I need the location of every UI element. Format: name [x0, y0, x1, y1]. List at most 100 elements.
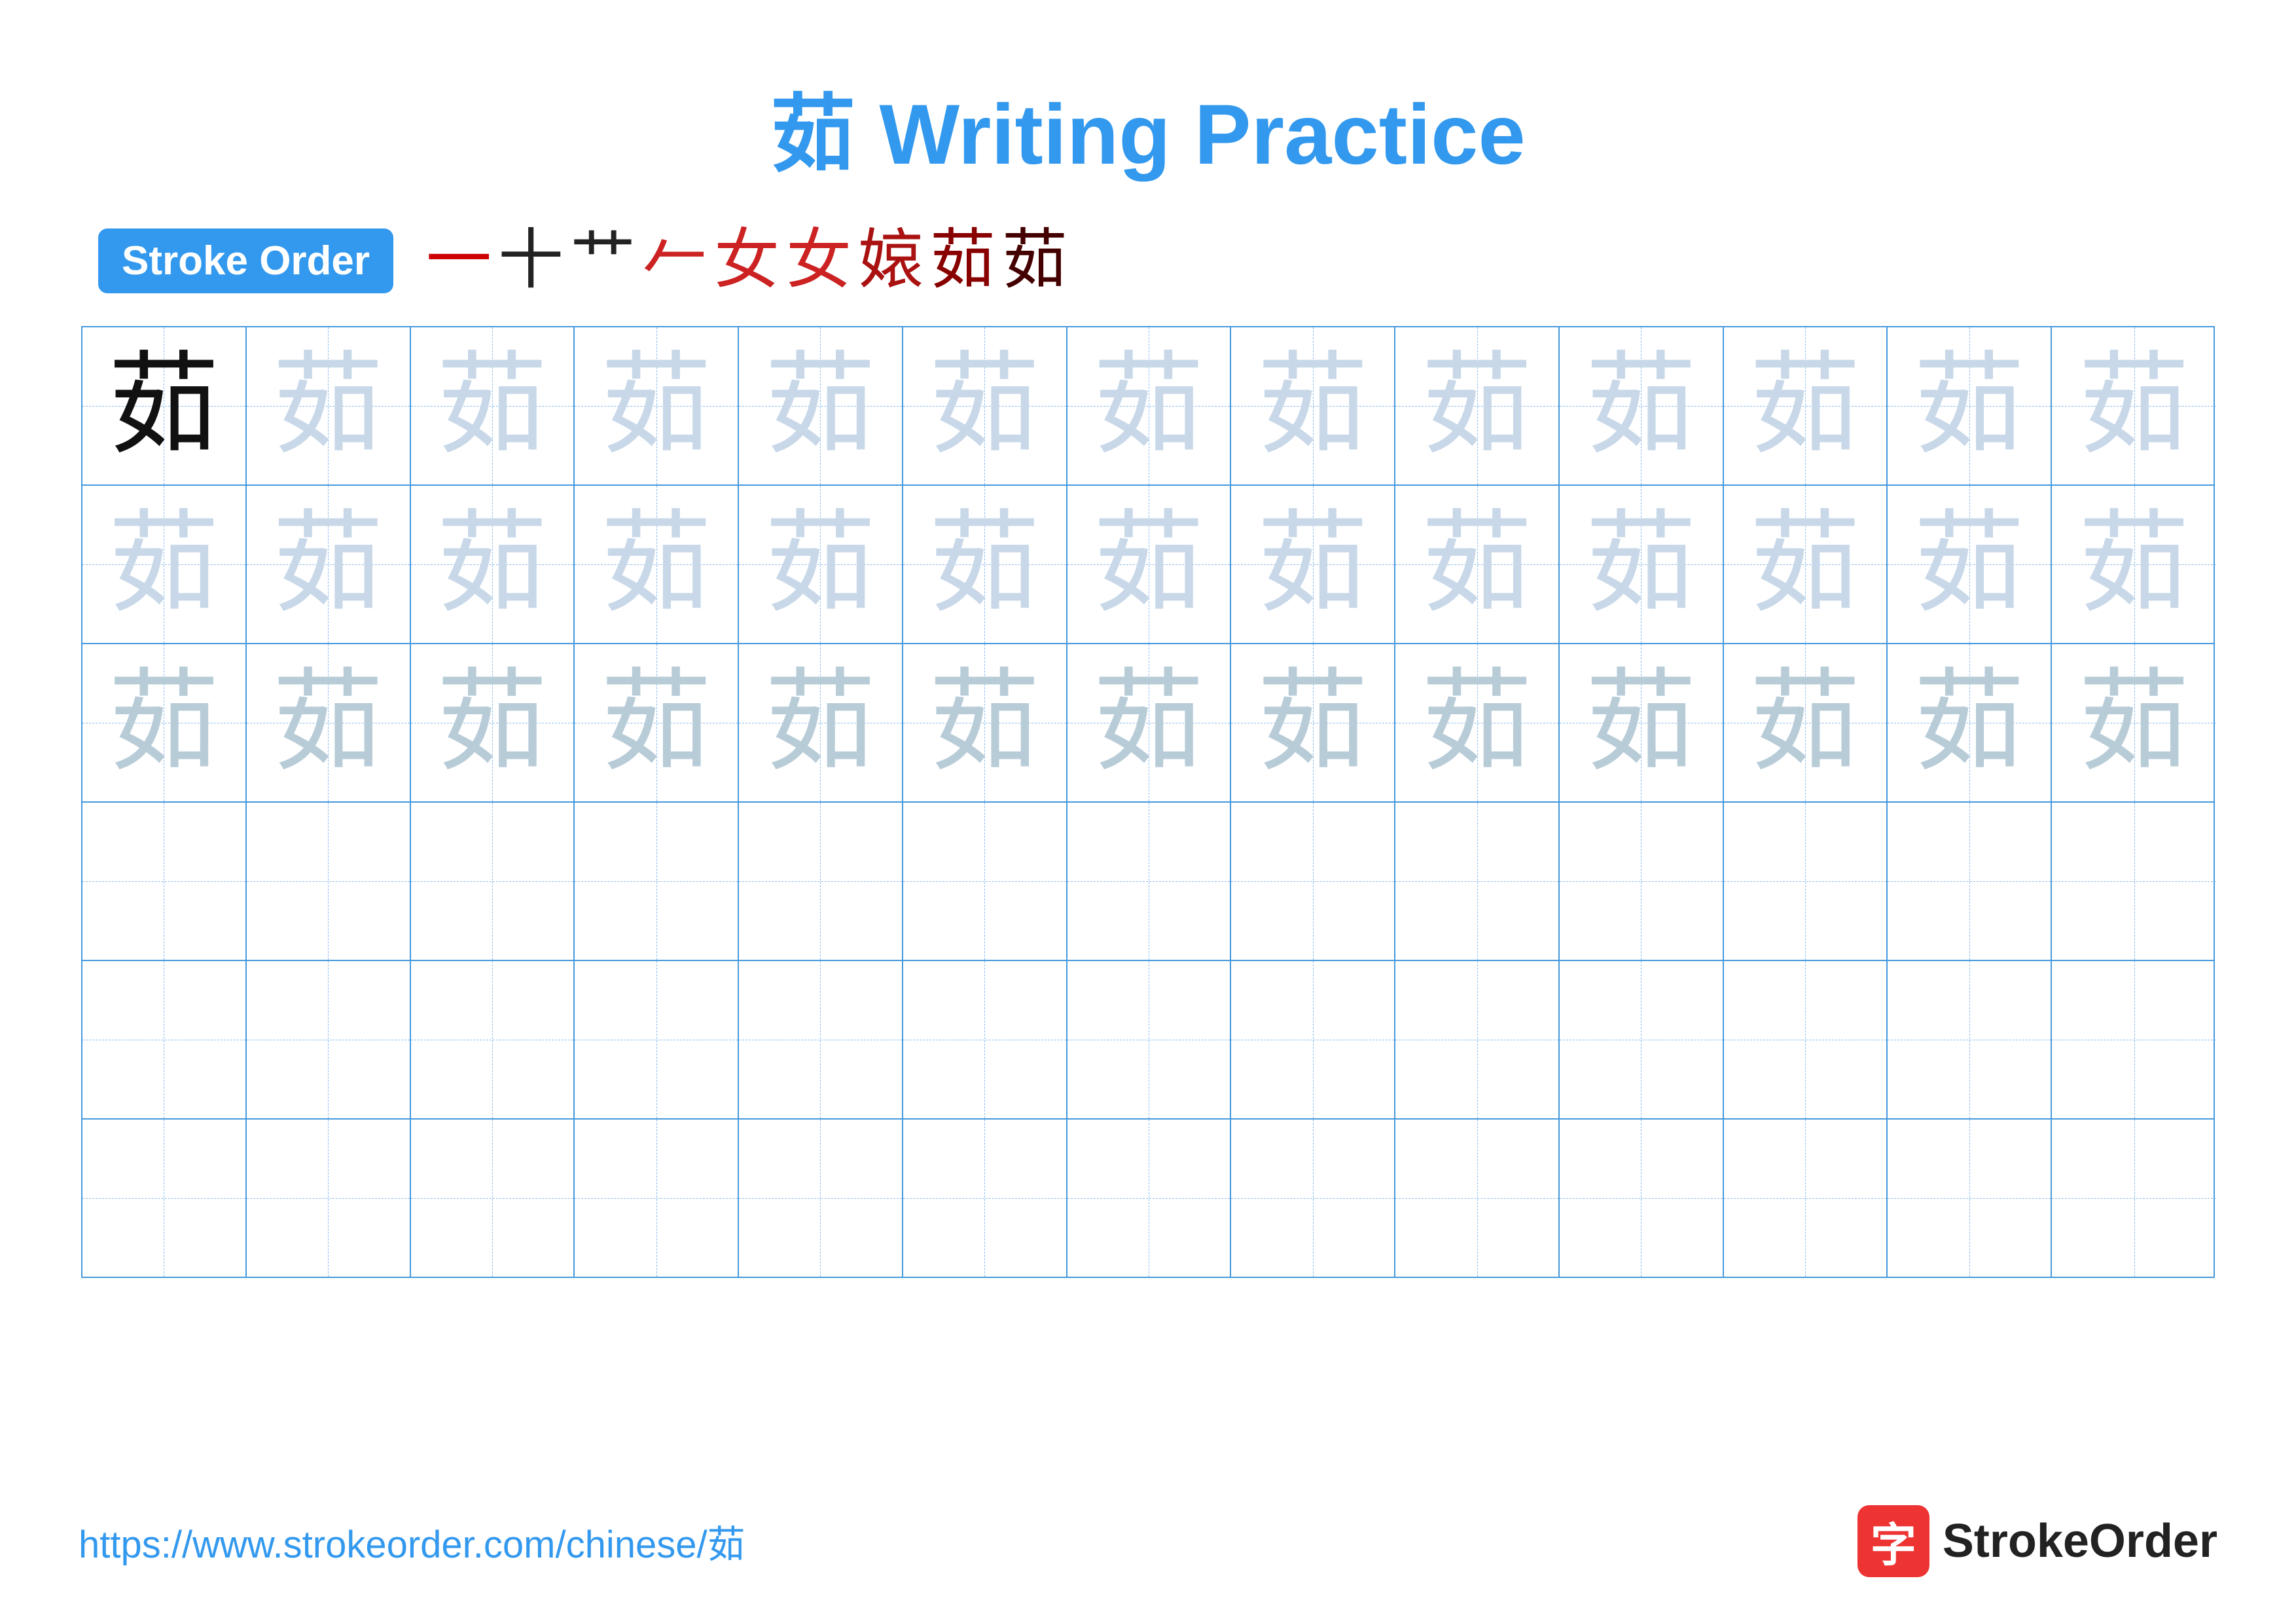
grid-cell: 茹: [2052, 327, 2216, 484]
grid-cell: 茹: [247, 486, 411, 643]
grid-cell[interactable]: [1724, 803, 1888, 960]
stroke-6: 女: [786, 228, 852, 293]
grid-row-5: [82, 961, 2214, 1120]
grid-cell[interactable]: [1395, 1120, 1560, 1277]
grid-cell: 茹: [575, 644, 739, 801]
grid-cell[interactable]: [1560, 803, 1724, 960]
grid-cell[interactable]: [575, 961, 739, 1118]
grid-cell[interactable]: [1231, 1120, 1395, 1277]
stroke-1: 一: [426, 228, 492, 293]
page-title: 茹 Writing Practice: [770, 65, 1525, 189]
grid-row-4: [82, 803, 2214, 961]
grid-cell[interactable]: [1560, 961, 1724, 1118]
strokeorder-logo-icon: 字: [1857, 1505, 1929, 1577]
grid-cell: 茹: [82, 327, 247, 484]
grid-cell: 茹: [411, 327, 575, 484]
stroke-7: 𡟓: [858, 228, 924, 293]
grid-cell[interactable]: [1395, 803, 1560, 960]
grid-cell[interactable]: [1231, 961, 1395, 1118]
grid-cell: 茹: [1231, 486, 1395, 643]
grid-cell[interactable]: [247, 961, 411, 1118]
grid-cell: 茹: [739, 644, 903, 801]
stroke-order-badge: Stroke Order: [98, 228, 393, 293]
stroke-8: 茹: [930, 228, 996, 293]
grid-cell[interactable]: [82, 961, 247, 1118]
stroke-9: 茹: [1002, 228, 1067, 293]
title-chinese: 茹: [770, 86, 855, 182]
grid-cell[interactable]: [411, 1120, 575, 1277]
logo-text: StrokeOrder: [1943, 1514, 2217, 1568]
grid-cell[interactable]: [247, 803, 411, 960]
grid-cell[interactable]: [1888, 803, 2052, 960]
footer-url[interactable]: https://www.strokeorder.com/chinese/茹: [79, 1514, 745, 1569]
stroke-order-row: Stroke Order 一 十 艹 𠂉 女 女 𡟓 茹 茹: [79, 228, 2217, 293]
grid-cell[interactable]: [575, 1120, 739, 1277]
grid-cell[interactable]: [739, 803, 903, 960]
grid-cell[interactable]: [2052, 803, 2216, 960]
grid-cell: 茹: [1560, 644, 1724, 801]
practice-grid: 茹 茹 茹 茹 茹 茹 茹 茹 茹 茹 茹 茹 茹 茹 茹 茹 茹 茹 茹 茹 …: [81, 326, 2215, 1278]
grid-cell: 茹: [2052, 644, 2216, 801]
grid-cell: 茹: [903, 327, 1067, 484]
grid-cell[interactable]: [82, 1120, 247, 1277]
grid-cell[interactable]: [575, 803, 739, 960]
grid-cell[interactable]: [2052, 961, 2216, 1118]
grid-cell: 茹: [2052, 486, 2216, 643]
grid-cell[interactable]: [247, 1120, 411, 1277]
grid-cell: 茹: [1888, 644, 2052, 801]
grid-row-1: 茹 茹 茹 茹 茹 茹 茹 茹 茹 茹 茹 茹 茹: [82, 327, 2214, 486]
stroke-2: 十: [498, 228, 564, 293]
grid-cell: 茹: [575, 327, 739, 484]
stroke-sequence: 一 十 艹 𠂉 女 女 𡟓 茹 茹: [426, 228, 1067, 293]
grid-row-2: 茹 茹 茹 茹 茹 茹 茹 茹 茹 茹 茹 茹 茹: [82, 486, 2214, 644]
grid-cell: 茹: [1888, 486, 2052, 643]
grid-cell: 茹: [1067, 644, 1232, 801]
stroke-4: 𠂉: [642, 228, 708, 293]
grid-cell[interactable]: [1067, 803, 1232, 960]
grid-cell: 茹: [82, 486, 247, 643]
grid-cell: 茹: [739, 486, 903, 643]
grid-cell: 茹: [1231, 644, 1395, 801]
grid-cell: 茹: [575, 486, 739, 643]
grid-cell: 茹: [1724, 644, 1888, 801]
grid-cell[interactable]: [1724, 961, 1888, 1118]
grid-cell: 茹: [82, 644, 247, 801]
stroke-3: 艹: [570, 228, 636, 293]
grid-cell[interactable]: [1888, 1120, 2052, 1277]
grid-row-3: 茹 茹 茹 茹 茹 茹 茹 茹 茹 茹 茹 茹 茹: [82, 644, 2214, 803]
grid-cell[interactable]: [1560, 1120, 1724, 1277]
grid-cell: 茹: [1231, 327, 1395, 484]
grid-cell[interactable]: [411, 961, 575, 1118]
grid-cell[interactable]: [1724, 1120, 1888, 1277]
grid-cell: 茹: [739, 327, 903, 484]
grid-cell[interactable]: [1067, 1120, 1232, 1277]
grid-cell[interactable]: [1067, 961, 1232, 1118]
footer: https://www.strokeorder.com/chinese/茹 字 …: [79, 1505, 2217, 1577]
grid-cell: 茹: [1067, 486, 1232, 643]
grid-cell[interactable]: [903, 803, 1067, 960]
title-rest: Writing Practice: [855, 86, 1525, 182]
grid-cell[interactable]: [903, 1120, 1067, 1277]
grid-cell: 茹: [411, 644, 575, 801]
grid-cell[interactable]: [903, 961, 1067, 1118]
grid-cell[interactable]: [82, 803, 247, 960]
grid-cell[interactable]: [739, 961, 903, 1118]
grid-cell: 茹: [1560, 327, 1724, 484]
grid-cell[interactable]: [1888, 961, 2052, 1118]
grid-cell: 茹: [1067, 327, 1232, 484]
grid-cell: 茹: [1888, 327, 2052, 484]
grid-cell: 茹: [1560, 486, 1724, 643]
grid-cell: 茹: [1724, 327, 1888, 484]
grid-cell[interactable]: [1395, 961, 1560, 1118]
grid-cell[interactable]: [2052, 1120, 2216, 1277]
grid-cell[interactable]: [411, 803, 575, 960]
grid-cell: 茹: [1395, 486, 1560, 643]
stroke-5: 女: [714, 228, 780, 293]
page: 茹 Writing Practice Stroke Order 一 十 艹 𠂉 …: [0, 0, 2296, 1623]
footer-logo: 字 StrokeOrder: [1857, 1505, 2217, 1577]
grid-cell[interactable]: [739, 1120, 903, 1277]
grid-row-6: [82, 1120, 2214, 1277]
grid-cell: 茹: [1395, 644, 1560, 801]
grid-cell[interactable]: [1231, 803, 1395, 960]
grid-cell: 茹: [247, 327, 411, 484]
